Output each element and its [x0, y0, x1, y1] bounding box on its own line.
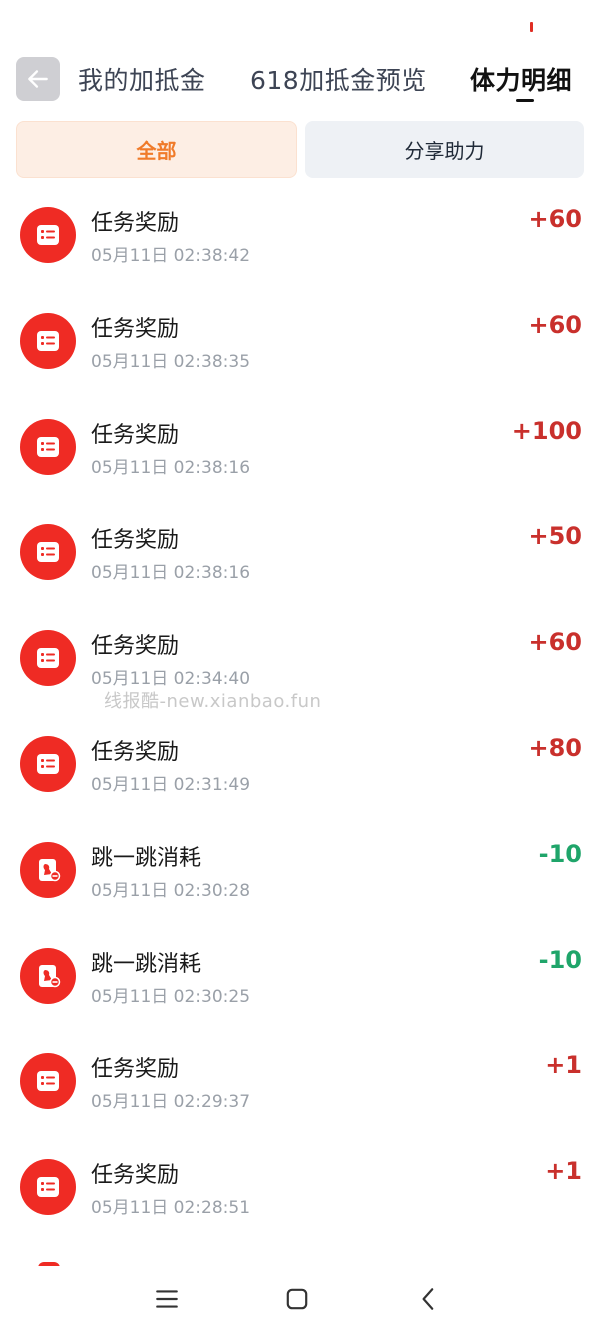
- list-item[interactable]: 跳一跳消耗 05月11日 02:30:25 -10: [0, 924, 600, 1030]
- record-title: 任务奖励: [91, 211, 180, 236]
- home-square-icon: [286, 1288, 308, 1310]
- task-list-icon: [20, 312, 76, 369]
- back-chevron-icon: [422, 1288, 434, 1310]
- list-item[interactable]: 任务奖励 05月11日 02:38:16 +100: [0, 395, 600, 501]
- record-time: 05月11日 02:38:35: [91, 351, 251, 372]
- task-list-icon: [20, 1053, 76, 1110]
- tab-my-deduction[interactable]: 我的加抵金: [78, 61, 206, 97]
- active-tab-indicator: [516, 99, 534, 102]
- list-item[interactable]: 任务奖励 05月11日 02:38:16 +50: [0, 500, 600, 606]
- record-amount: +60: [528, 628, 582, 657]
- filter-all[interactable]: 全部: [16, 121, 297, 178]
- list-item[interactable]: 任务奖励 05月11日 02:31:49 +80: [0, 712, 600, 818]
- record-amount: -10: [538, 839, 582, 868]
- record-amount: +80: [528, 733, 582, 762]
- record-title: 任务奖励: [91, 316, 180, 342]
- status-indicator: [530, 22, 533, 32]
- list-item[interactable]: 任务奖励 05月11日 02:38:35 +60: [0, 289, 600, 395]
- task-list-icon: [20, 418, 76, 475]
- record-title: 任务奖励: [91, 634, 180, 660]
- header: 我的加抵金 618加抵金预览 体力明细: [0, 55, 600, 105]
- menu-icon: [156, 1290, 178, 1308]
- record-amount: +60: [528, 205, 582, 233]
- record-time: 05月11日 02:30:25: [91, 986, 251, 1007]
- record-amount: +50: [528, 522, 582, 551]
- record-time: 05月11日 02:38:42: [91, 246, 251, 266]
- record-title: 任务奖励: [91, 1163, 180, 1189]
- record-title: 任务奖励: [91, 739, 180, 765]
- filter-row: 全部 分享助力: [16, 121, 584, 178]
- record-time: 05月11日 02:31:49: [91, 774, 251, 795]
- nav-menu-button[interactable]: [152, 1284, 182, 1314]
- record-time: 05月11日 02:34:40: [91, 669, 251, 690]
- record-title: 跳一跳消耗: [91, 845, 202, 871]
- record-amount: +60: [528, 310, 582, 339]
- record-title: 跳一跳消耗: [91, 951, 202, 977]
- list-item[interactable]: 任务奖励 05月11日 02:28:51 +1: [0, 1135, 600, 1241]
- record-title: 任务奖励: [91, 1057, 180, 1083]
- record-amount: -10: [538, 945, 582, 974]
- arrow-left-icon: [28, 70, 48, 88]
- task-list-icon: [20, 735, 76, 792]
- task-list-icon: [20, 630, 76, 687]
- jump-consume-icon: [20, 947, 76, 1004]
- tab-stamina-detail[interactable]: 体力明细: [470, 61, 572, 97]
- record-amount: +1: [545, 1157, 582, 1186]
- record-time: 05月11日 02:28:51: [91, 1198, 251, 1219]
- nav-home-button[interactable]: [282, 1284, 312, 1314]
- list-item[interactable]: 任务奖励 05月11日 02:29:37 +1: [0, 1029, 600, 1135]
- nav-back-button[interactable]: [414, 1284, 444, 1314]
- task-list-icon: [20, 524, 76, 581]
- task-list-icon: [20, 207, 76, 263]
- record-title: 任务奖励: [91, 528, 180, 554]
- list-item[interactable]: 任务奖励 05月11日 02:38:42 +60: [0, 183, 600, 289]
- filter-share-assist[interactable]: 分享助力: [305, 121, 584, 178]
- back-button[interactable]: [16, 57, 60, 101]
- jump-consume-icon: [20, 841, 76, 898]
- list-item[interactable]: 跳一跳消耗 05月11日 02:30:28 -10: [0, 818, 600, 924]
- record-time: 05月11日 02:38:16: [91, 563, 251, 584]
- watermark: 线报酷-new.xianbao.fun: [104, 691, 322, 712]
- record-title: 任务奖励: [91, 422, 180, 448]
- record-amount: +100: [511, 416, 582, 445]
- record-time: 05月11日 02:29:37: [91, 1092, 251, 1113]
- task-list-icon: [20, 1159, 76, 1216]
- system-navbar: [0, 1266, 600, 1333]
- tab-618-preview[interactable]: 618加抵金预览: [250, 61, 427, 97]
- record-time: 05月11日 02:30:28: [91, 880, 251, 901]
- record-time: 05月11日 02:38:16: [91, 457, 251, 478]
- record-amount: +1: [545, 1051, 582, 1080]
